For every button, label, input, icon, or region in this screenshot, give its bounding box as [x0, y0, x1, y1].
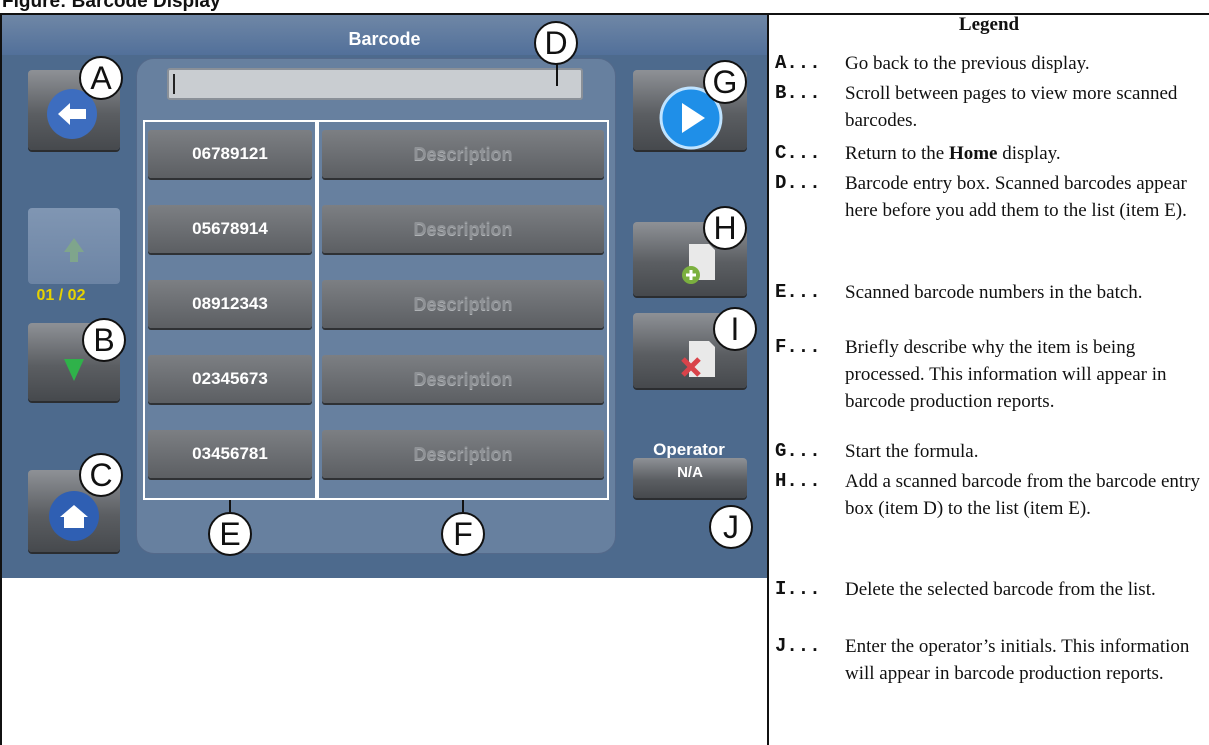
callout-f: F: [441, 512, 485, 556]
legend-text: Delete the selected barcode from the lis…: [845, 579, 1156, 600]
legend-key: I...: [775, 578, 821, 600]
legend-key: E...: [775, 281, 821, 303]
legend-key: A...: [775, 52, 821, 74]
callout-j: J: [709, 505, 753, 549]
legend-text: Start the formula.: [845, 441, 979, 462]
legend-text: Scanned barcode numbers in the batch.: [845, 282, 1143, 303]
callout-a: A: [79, 56, 123, 100]
legend-text: Briefly describe why the item is being p…: [845, 337, 1167, 412]
legend-text: Barcode entry box. Scanned barcodes appe…: [845, 173, 1187, 221]
callout-b: B: [82, 318, 126, 362]
callout-h: H: [703, 206, 747, 250]
callout-g: G: [703, 60, 747, 104]
callout-i: I: [713, 307, 757, 351]
legend-key: F...: [775, 336, 821, 358]
callout-e: E: [208, 512, 252, 556]
callout-c: C: [79, 453, 123, 497]
legend-key: J...: [775, 635, 821, 657]
legend-key: H...: [775, 470, 821, 492]
legend-key: D...: [775, 172, 821, 194]
legend-key: C...: [775, 142, 821, 164]
callout-d: D: [534, 21, 578, 65]
legend-text: Add a scanned barcode from the barcode e…: [845, 471, 1201, 519]
legend-text: Return to the Home display.: [845, 143, 1061, 164]
legend-text: Scroll between pages to view more scanne…: [845, 83, 1178, 131]
legend-text: Enter the operator’s initials. This info…: [845, 636, 1190, 684]
legend-title: Legend: [958, 14, 1020, 35]
legend-key: B...: [775, 82, 821, 104]
home-emphasis: Home: [948, 143, 998, 164]
legend-key: G...: [775, 440, 821, 462]
legend-text: Go back to the previous display.: [845, 53, 1090, 74]
